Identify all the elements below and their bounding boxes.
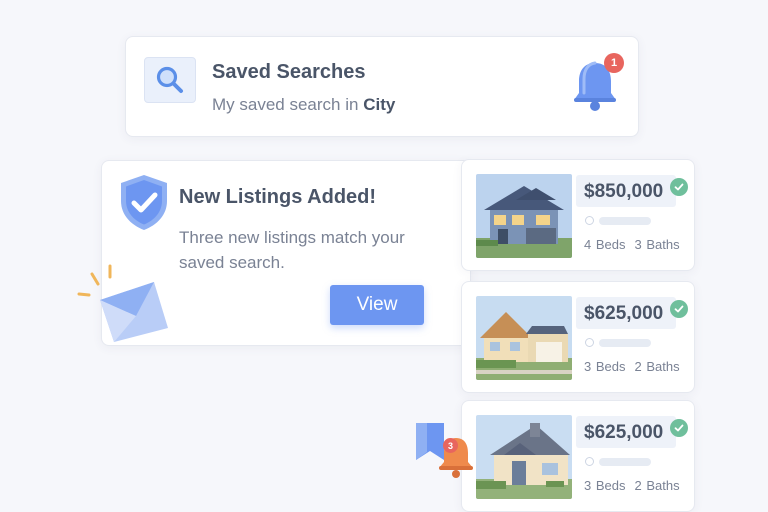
placeholder-bar bbox=[599, 458, 651, 466]
listing-price: $625,000 bbox=[584, 422, 664, 443]
placeholder-bar bbox=[599, 339, 651, 347]
suburban-house-photo bbox=[476, 296, 572, 380]
placeholder-bar bbox=[599, 217, 651, 225]
listing-card[interactable]: $625,000 3 Beds 2 Baths bbox=[461, 400, 695, 512]
listing-baths: 2 Baths bbox=[634, 359, 680, 374]
listing-beds: 3 Beds bbox=[584, 478, 626, 493]
verified-check-icon bbox=[670, 300, 688, 318]
listing-baths: 2 Baths bbox=[634, 478, 680, 493]
status-dot bbox=[585, 338, 594, 347]
listing-beds: 3 Beds bbox=[584, 359, 626, 374]
listing-details: 4 Beds 3 Baths bbox=[584, 237, 680, 252]
saved-search-subtitle: My saved search in City bbox=[212, 95, 396, 114]
cottage-house-photo bbox=[476, 415, 572, 499]
saved-search-location: City bbox=[363, 95, 396, 114]
notification-body: Three new listings match your saved sear… bbox=[179, 228, 405, 272]
paper-plane-mail-icon bbox=[77, 264, 168, 342]
search-icon bbox=[144, 57, 196, 103]
verified-check-icon bbox=[670, 178, 688, 196]
listing-price: $625,000 bbox=[584, 303, 664, 324]
listing-price: $850,000 bbox=[584, 181, 664, 202]
shield-check-icon bbox=[121, 175, 167, 230]
notifications-bell-button[interactable]: 1 bbox=[570, 53, 630, 113]
listing-details: 3 Beds 2 Baths bbox=[584, 359, 680, 374]
notification-title: New Listings Added! bbox=[179, 186, 377, 208]
two-story-house-photo bbox=[476, 174, 572, 258]
alert-count-badge: 3 bbox=[443, 438, 458, 453]
verified-check-icon bbox=[670, 419, 688, 437]
saved-searches-title: Saved Searches bbox=[212, 61, 366, 83]
notification-count-badge: 1 bbox=[604, 53, 624, 73]
status-dot bbox=[585, 457, 594, 466]
saved-searches-card[interactable]: Saved Searches My saved search in City 1 bbox=[125, 36, 639, 137]
status-dot bbox=[585, 216, 594, 225]
listing-card[interactable]: $625,000 3 Beds 2 Baths bbox=[461, 281, 695, 393]
view-listings-button[interactable]: View bbox=[330, 285, 424, 325]
listing-baths: 3 Baths bbox=[634, 237, 680, 252]
floating-alert: 3 bbox=[410, 416, 480, 480]
listing-details: 3 Beds 2 Baths bbox=[584, 478, 680, 493]
listing-beds: 4 Beds bbox=[584, 237, 626, 252]
listing-card[interactable]: $850,000 4 Beds 3 Baths bbox=[461, 159, 695, 271]
